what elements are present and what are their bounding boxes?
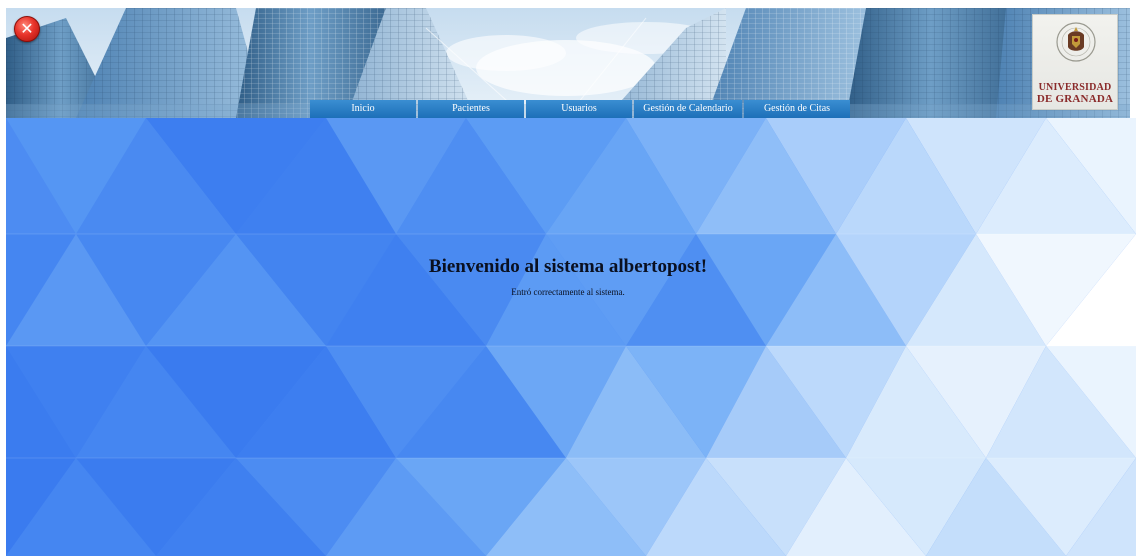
nav-item-gestion-calendario[interactable]: Gestión de Calendario xyxy=(634,100,742,118)
close-button[interactable]: ✕ xyxy=(14,16,40,42)
close-icon: ✕ xyxy=(20,19,34,38)
welcome-heading: Bienvenido al sistema albertopost! xyxy=(428,256,708,277)
welcome-message: Entró correctamente al sistema. xyxy=(511,287,625,297)
main-content: Bienvenido al sistema albertopost! Entró… xyxy=(6,118,1136,556)
nav-item-inicio[interactable]: Inicio xyxy=(310,100,416,118)
header-banner: ✕ UNIVERSIDAD DE GRANADA Inicio Paciente… xyxy=(6,8,1130,118)
logo-text-line1: UNIVERSIDAD xyxy=(1038,82,1112,93)
nav-item-gestion-citas[interactable]: Gestión de Citas xyxy=(744,100,850,118)
triangle-background xyxy=(6,118,1136,556)
nav-item-usuarios[interactable]: Usuarios xyxy=(526,100,632,118)
university-seal-icon xyxy=(1056,22,1096,62)
logo-text-line2: DE GRANADA xyxy=(1036,93,1114,105)
university-logo: UNIVERSIDAD DE GRANADA xyxy=(1032,14,1118,110)
nav-item-pacientes[interactable]: Pacientes xyxy=(418,100,524,118)
main-nav: Inicio Pacientes Usuarios Gestión de Cal… xyxy=(310,100,850,118)
app-window: ✕ UNIVERSIDAD DE GRANADA Inicio Paciente… xyxy=(0,0,1136,556)
